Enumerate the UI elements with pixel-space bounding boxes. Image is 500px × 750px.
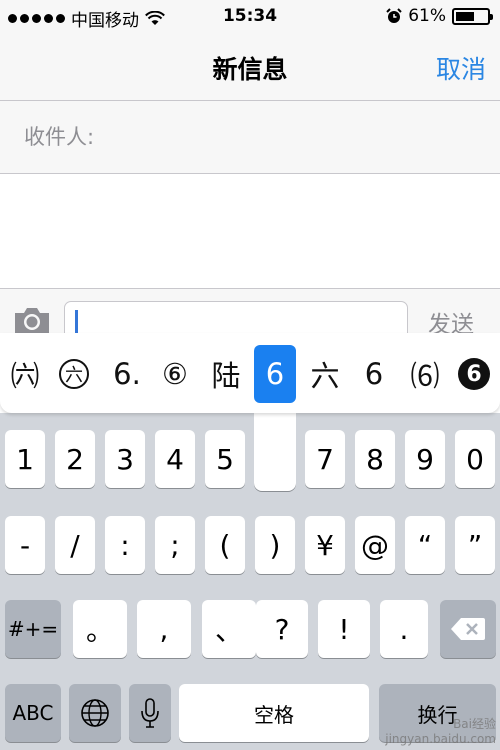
candidate-item[interactable]: ⑹ <box>402 345 448 403</box>
recipient-field[interactable]: 收件人: <box>0 101 500 174</box>
key-question[interactable]: ? <box>256 600 308 658</box>
key-enumeration-comma[interactable]: 、 <box>202 600 256 658</box>
candidate-item[interactable]: ⑥ <box>152 345 198 403</box>
abc-key[interactable]: ABC <box>5 684 61 742</box>
globe-key[interactable] <box>69 684 121 742</box>
key-0[interactable]: 0 <box>455 430 495 488</box>
candidate-item[interactable]: 6 <box>352 345 396 403</box>
message-area <box>0 174 500 288</box>
microphone-icon <box>141 698 159 728</box>
battery-percent: 61% <box>408 6 446 26</box>
key-close-quote[interactable]: ” <box>455 516 495 574</box>
key-2[interactable]: 2 <box>55 430 95 488</box>
watermark: Bai经验 jingyan.baidu.com <box>385 717 496 746</box>
recipient-label: 收件人: <box>24 125 95 149</box>
key-at[interactable]: @ <box>355 516 395 574</box>
backspace-icon <box>451 618 485 640</box>
key-1[interactable]: 1 <box>5 430 45 488</box>
camera-icon[interactable] <box>12 305 52 335</box>
key-open-quote[interactable]: “ <box>405 516 445 574</box>
key-slash[interactable]: / <box>55 516 95 574</box>
candidate-item[interactable]: 六 <box>302 345 348 403</box>
key-yen[interactable]: ¥ <box>305 516 345 574</box>
cancel-button[interactable]: 取消 <box>436 50 486 86</box>
key-7[interactable]: 7 <box>305 430 345 488</box>
candidate-item[interactable]: 六 <box>52 345 96 403</box>
globe-icon <box>81 699 109 727</box>
candidate-item[interactable]: 6. <box>104 345 150 403</box>
candidate-item-selected[interactable]: 6 <box>254 345 296 403</box>
candidate-bar: ㈥ 六 6. ⑥ 陆 6 六 6 ⑹ 6 <box>0 333 500 413</box>
key-3[interactable]: 3 <box>105 430 145 488</box>
key-hyphen[interactable]: - <box>5 516 45 574</box>
candidate-item[interactable]: 陆 <box>202 345 250 403</box>
candidate-item[interactable]: ㈥ <box>4 345 46 403</box>
key-close-paren[interactable]: ) <box>255 516 295 574</box>
key-exclamation[interactable]: ! <box>318 600 370 658</box>
battery-icon <box>452 7 493 25</box>
delete-key[interactable] <box>440 600 496 658</box>
page-title: 新信息 <box>212 55 288 84</box>
key-popup-stem <box>254 413 296 491</box>
nav-bar: 新信息 取消 <box>0 34 500 101</box>
key-open-paren[interactable]: ( <box>205 516 245 574</box>
key-9[interactable]: 9 <box>405 430 445 488</box>
key-5[interactable]: 5 <box>205 430 245 488</box>
key-4[interactable]: 4 <box>155 430 195 488</box>
candidate-item[interactable]: 6 <box>452 345 496 403</box>
alarm-icon <box>386 8 402 23</box>
key-colon[interactable]: : <box>105 516 145 574</box>
key-comma[interactable]: , <box>137 600 191 658</box>
key-semicolon[interactable]: ; <box>155 516 195 574</box>
key-8[interactable]: 8 <box>355 430 395 488</box>
key-ideographic-period[interactable]: 。 <box>73 600 127 658</box>
dictation-key[interactable] <box>129 684 171 742</box>
symbols-key[interactable]: #+= <box>5 600 61 658</box>
status-bar: 中国移动 15:34 61% <box>0 0 500 34</box>
space-key[interactable]: 空格 <box>179 684 369 742</box>
key-period[interactable]: . <box>380 600 428 658</box>
message-input-bar: 发送 <box>0 288 500 341</box>
keyboard: 1 2 3 4 5 7 8 9 0 - / : ; ( ) ¥ @ “ ” #+… <box>0 413 500 750</box>
